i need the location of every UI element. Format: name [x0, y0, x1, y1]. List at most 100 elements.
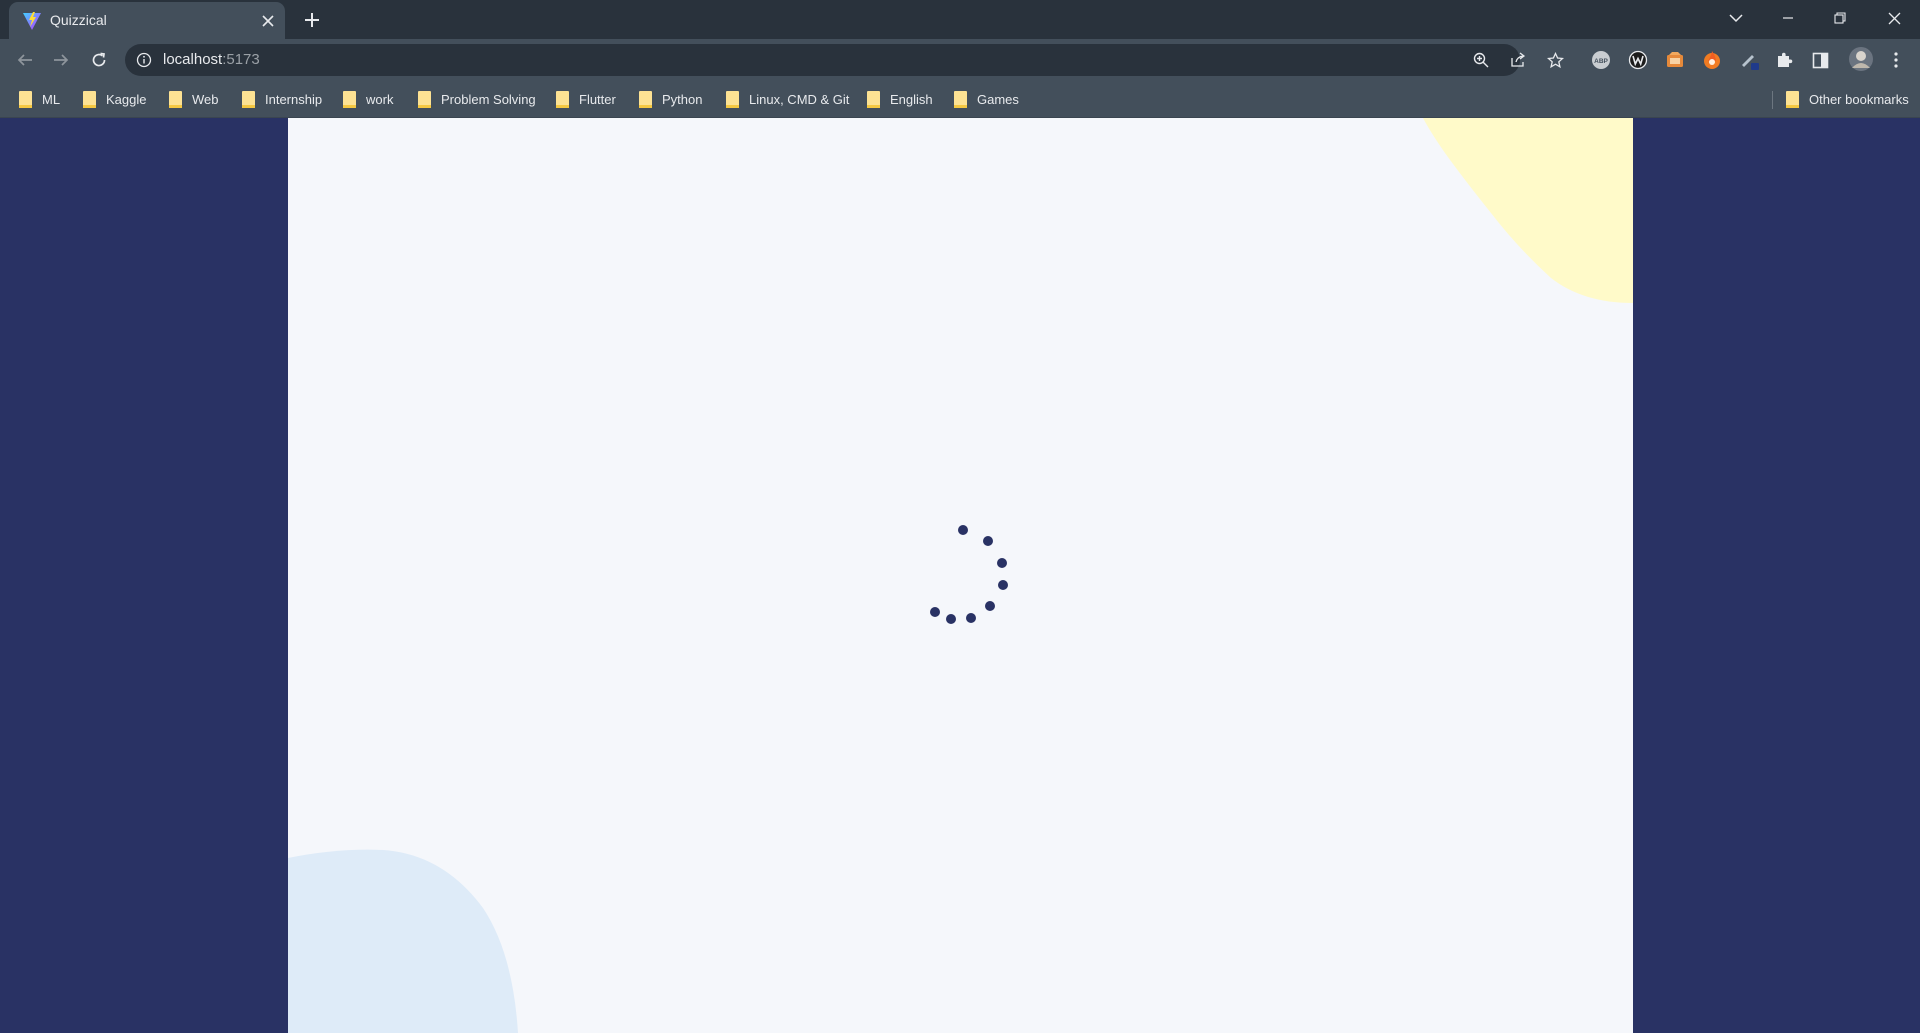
folder-extension-button[interactable]: [1663, 48, 1687, 72]
folder-icon: [556, 91, 569, 108]
url-host: localhost: [163, 51, 223, 68]
w-logo-icon: [1628, 50, 1648, 70]
tab-search-button[interactable]: [1714, 0, 1758, 36]
address-bar[interactable]: localhost:5173: [125, 44, 1564, 76]
minimize-button[interactable]: [1766, 0, 1810, 36]
bookmark-folder-internship[interactable]: Internship: [242, 87, 322, 111]
bookmark-label: Web: [192, 91, 219, 107]
bookmark-folder-web[interactable]: Web: [169, 87, 219, 111]
fire-extension-icon: [1704, 51, 1720, 69]
folder-icon: [867, 91, 880, 108]
side-panel-icon: [1812, 52, 1828, 68]
other-bookmarks-folder[interactable]: Other bookmarks: [1786, 87, 1909, 111]
close-window-button[interactable]: [1872, 0, 1916, 36]
browser-toolbar: localhost:5173 ABP: [0, 39, 1920, 81]
quiz-app-card: [288, 118, 1633, 1033]
decorative-blue-blob: [288, 849, 518, 1033]
folder-icon: [169, 91, 182, 108]
close-icon: [262, 15, 274, 27]
bookmark-label: ML: [42, 91, 61, 107]
close-icon: [1888, 12, 1900, 24]
tab-title: Quizzical: [50, 12, 107, 28]
bookmarks-divider: [1772, 91, 1773, 109]
spinner-dot: [958, 525, 968, 535]
vite-logo-icon: [23, 12, 41, 30]
spinner-dot: [946, 614, 956, 624]
reload-button[interactable]: [85, 46, 113, 74]
spinner-dot: [998, 580, 1008, 590]
folder-icon: [418, 91, 431, 108]
restore-button[interactable]: [1818, 0, 1862, 36]
arrow-right-icon: [54, 54, 69, 66]
dark-reader-extension-button[interactable]: [1737, 48, 1761, 72]
bookmark-label: Flutter: [579, 91, 616, 107]
forward-button[interactable]: [47, 46, 75, 74]
share-icon: [1511, 52, 1526, 67]
reload-icon: [92, 52, 106, 67]
bookmark-label: work: [366, 91, 394, 107]
folder-icon: [242, 91, 255, 108]
minimize-icon: [1783, 17, 1793, 19]
spinner-dot: [966, 613, 976, 623]
folder-icon: [726, 91, 739, 108]
folder-extension-icon: [1667, 52, 1683, 67]
spinner-dots: [930, 525, 1008, 624]
puzzle-icon: [1778, 52, 1793, 67]
avatar: [1849, 47, 1873, 71]
kebab-menu-icon: [1894, 52, 1898, 68]
folder-icon: [639, 91, 652, 108]
chevron-down-icon: [1729, 14, 1743, 23]
bookmarks-bar: ML Kaggle Web Internship work Problem So…: [0, 81, 1920, 118]
folder-icon: [19, 91, 32, 108]
zoom-icon: [1473, 52, 1489, 68]
browser-tab[interactable]: Quizzical: [9, 2, 285, 39]
new-tab-button[interactable]: [299, 7, 325, 33]
bookmark-folder-problem-solving[interactable]: Problem Solving: [418, 87, 536, 111]
decorative-yellow-blob: [1423, 118, 1633, 303]
spinner-dot: [983, 536, 993, 546]
bookmark-label: Kaggle: [106, 91, 147, 107]
bookmark-folder-flutter[interactable]: Flutter: [556, 87, 616, 111]
bookmark-label: Games: [977, 91, 1019, 107]
adblock-extension-button[interactable]: ABP: [1589, 48, 1613, 72]
bookmark-label: Linux, CMD & Git: [749, 91, 850, 107]
extensions-button[interactable]: [1772, 48, 1796, 72]
restore-icon: [1834, 12, 1846, 24]
plus-icon: [305, 13, 319, 27]
folder-icon: [1786, 91, 1799, 108]
bookmark-folder-linux-cmd-git[interactable]: Linux, CMD & Git: [726, 87, 849, 111]
other-bookmarks-label: Other bookmarks: [1809, 91, 1909, 107]
spinner-dot: [985, 601, 995, 611]
share-button[interactable]: [1507, 49, 1529, 71]
folder-icon: [83, 91, 96, 108]
tab-close-button[interactable]: [257, 10, 279, 32]
w-extension-button[interactable]: [1626, 48, 1650, 72]
bookmark-star-button[interactable]: [1544, 49, 1566, 71]
zoom-button[interactable]: [1470, 49, 1492, 71]
info-icon[interactable]: [136, 52, 152, 68]
loading-spinner: [930, 525, 1008, 624]
browser-menu-button[interactable]: [1884, 48, 1908, 72]
arrow-left-icon: [17, 54, 32, 66]
fire-extension-button[interactable]: [1700, 48, 1724, 72]
bookmark-folder-python[interactable]: Python: [639, 87, 702, 111]
bookmark-label: Internship: [265, 91, 323, 107]
bookmark-folder-ml[interactable]: ML: [19, 87, 60, 111]
bookmark-folder-work[interactable]: work: [343, 87, 393, 111]
profile-button[interactable]: [1846, 44, 1876, 74]
side-panel-button[interactable]: [1808, 48, 1832, 72]
svg-text:ABP: ABP: [1594, 58, 1608, 65]
adblock-icon: ABP: [1592, 51, 1610, 69]
bookmark-folder-english[interactable]: English: [867, 87, 933, 111]
bookmark-folder-games[interactable]: Games: [954, 87, 1019, 111]
url-text[interactable]: localhost:5173: [163, 51, 260, 68]
back-button[interactable]: [11, 46, 39, 74]
bookmark-label: Python: [662, 91, 703, 107]
bookmark-folder-kaggle[interactable]: Kaggle: [83, 87, 146, 111]
folder-icon: [343, 91, 356, 108]
spinner-dot: [997, 558, 1007, 568]
tab-strip: Quizzical: [0, 0, 1920, 39]
url-port: :5173: [222, 51, 260, 68]
pencil-extension-icon: [1742, 55, 1759, 70]
folder-icon: [954, 91, 967, 108]
